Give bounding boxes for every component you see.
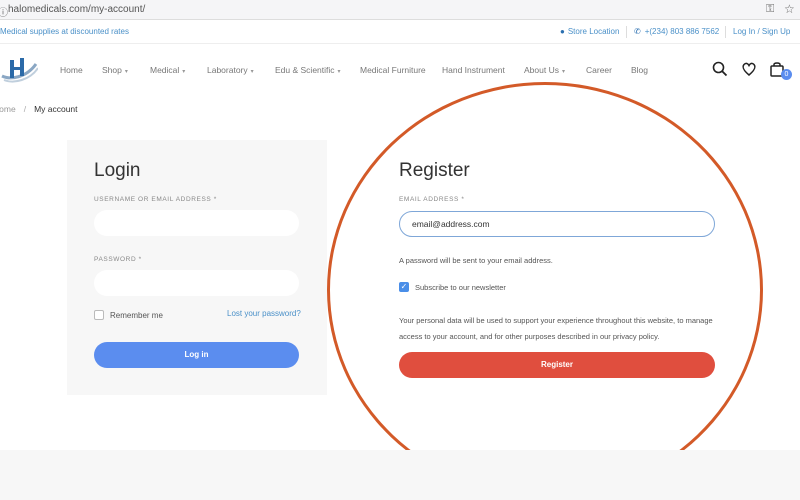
nav-laboratory[interactable]: Laboratory ▾ xyxy=(207,65,254,75)
nav-blog[interactable]: Blog xyxy=(631,65,648,75)
chevron-down-icon: ▾ xyxy=(250,69,254,75)
nav-hand-instrument[interactable]: Hand Instrument xyxy=(442,65,505,75)
login-signup-link[interactable]: Log In / Sign Up xyxy=(733,27,790,36)
nav-medical[interactable]: Medical ▾ xyxy=(150,65,185,75)
divider xyxy=(626,26,627,38)
nav-shop[interactable]: Shop ▾ xyxy=(102,65,128,75)
login-panel: Login USERNAME OR EMAIL ADDRESS * PASSWO… xyxy=(67,140,327,395)
url-text[interactable]: halomedicals.com/my-account/ xyxy=(8,4,145,15)
map-pin-icon: ● xyxy=(560,27,565,36)
password-label: PASSWORD * xyxy=(94,256,142,263)
nav-medical-furniture[interactable]: Medical Furniture xyxy=(360,65,426,75)
login-button[interactable]: Log in xyxy=(94,342,299,368)
nav-shop-label: Shop xyxy=(102,65,122,75)
footer-band xyxy=(0,450,800,500)
promo-text: Medical supplies at discounted rates xyxy=(0,27,129,36)
highlight-circle xyxy=(327,82,763,498)
phone-link[interactable]: ✆ +(234) 803 886 7562 xyxy=(634,27,719,36)
password-input[interactable] xyxy=(94,270,299,296)
nav-medical-label: Medical xyxy=(150,65,180,75)
heart-icon[interactable] xyxy=(741,61,757,77)
username-label: USERNAME OR EMAIL ADDRESS * xyxy=(94,196,217,203)
phone-number: +(234) 803 886 7562 xyxy=(644,27,720,36)
breadcrumb: Home / My account xyxy=(0,104,78,114)
lost-password-link[interactable]: Lost your password? xyxy=(227,309,301,318)
search-icon[interactable] xyxy=(712,61,728,77)
phone-icon: ✆ xyxy=(634,27,641,36)
divider xyxy=(725,26,726,38)
remember-me-label: Remember me xyxy=(110,311,163,320)
site-header: Home Shop ▾ Medical ▾ Laboratory ▾ Edu & Sc… xyxy=(0,44,800,94)
chevron-down-icon: ▾ xyxy=(182,69,186,75)
nav-edu-label: Edu & Scientific xyxy=(275,65,335,75)
breadcrumb-current: My account xyxy=(34,104,78,114)
store-location-link[interactable]: ● Store Location xyxy=(560,27,619,36)
nav-laboratory-label: Laboratory xyxy=(207,65,248,75)
nav-about-us[interactable]: About Us ▾ xyxy=(524,65,565,75)
nav-home[interactable]: Home xyxy=(60,65,83,75)
halo-logo[interactable] xyxy=(0,54,38,84)
breadcrumb-home[interactable]: Home xyxy=(0,104,16,114)
nav-edu-scientific[interactable]: Edu & Scientific ▾ xyxy=(275,65,341,75)
key-icon[interactable]: ⚿ xyxy=(766,3,774,16)
nav-career[interactable]: Career xyxy=(586,65,612,75)
cart-count-badge: 0 xyxy=(781,69,792,80)
chevron-down-icon: ▾ xyxy=(124,69,128,75)
breadcrumb-separator: / xyxy=(23,104,27,114)
lock-icon: ⓘ xyxy=(0,8,8,19)
top-info-bar: Medical supplies at discounted rates ● St… xyxy=(0,20,800,44)
login-title: Login xyxy=(94,160,141,181)
nav-about-label: About Us xyxy=(524,65,559,75)
chevron-down-icon: ▾ xyxy=(561,69,565,75)
browser-address-bar[interactable]: ⓘ halomedicals.com/my-account/ ⚿ ☆ xyxy=(0,0,800,20)
remember-me-checkbox[interactable] xyxy=(94,310,104,320)
bookmark-star-icon[interactable]: ☆ xyxy=(784,2,795,16)
username-input[interactable] xyxy=(94,210,299,236)
chevron-down-icon: ▾ xyxy=(337,69,341,75)
store-location-label: Store Location xyxy=(567,27,620,36)
